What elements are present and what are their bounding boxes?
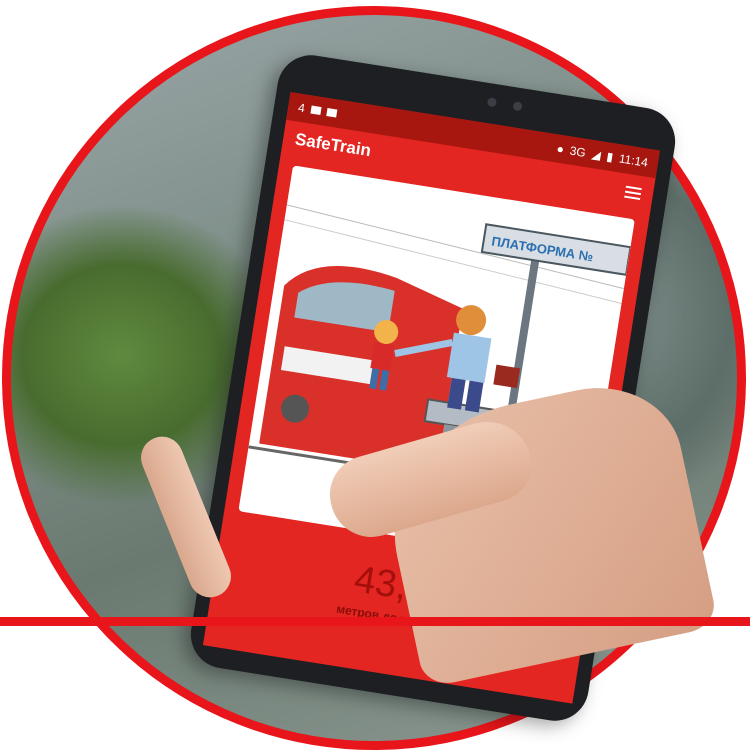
network-text: 3G (568, 143, 587, 160)
camera-icon (486, 97, 498, 108)
adult-body (446, 332, 492, 383)
child-body (370, 342, 395, 372)
menu-icon[interactable] (624, 185, 642, 201)
signal-icon: ◢ (590, 147, 602, 163)
notification-icon (310, 105, 322, 115)
battery-icon: ▮ (605, 149, 615, 165)
clock: 11:14 (617, 151, 649, 170)
bottom-red-line (0, 617, 750, 626)
sensor-icon (512, 101, 523, 112)
app-title: SafeTrain (293, 129, 373, 161)
status-left-text: 4 (297, 100, 306, 116)
briefcase (493, 364, 521, 389)
train-icon (325, 107, 338, 118)
location-icon: ● (555, 141, 566, 157)
